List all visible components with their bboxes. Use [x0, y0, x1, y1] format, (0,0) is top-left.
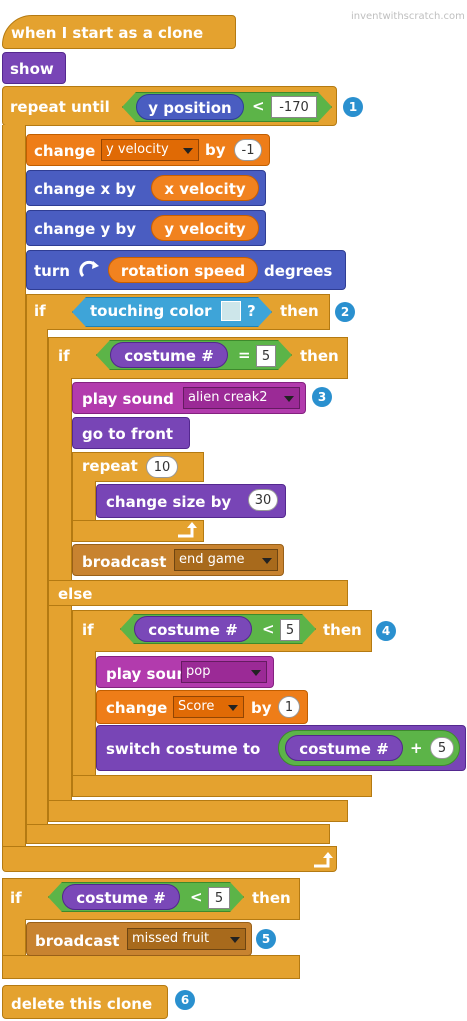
- costume-number-reporter[interactable]: costume #: [110, 342, 228, 368]
- y-velocity-dropdown[interactable]: y velocity: [101, 139, 199, 161]
- then-label: then: [280, 302, 319, 320]
- when-i-start-as-clone-hat[interactable]: when I start as a clone: [2, 15, 236, 49]
- else-block: [48, 580, 348, 606]
- costume-number-reporter[interactable]: costume #: [285, 735, 403, 761]
- costume-eq-value-field[interactable]: 5: [256, 345, 276, 367]
- repeat-count-field[interactable]: 10: [146, 456, 178, 478]
- costume-number-reporter[interactable]: costume #: [62, 884, 180, 910]
- sound-dropdown[interactable]: pop: [181, 661, 267, 683]
- chevron-down-icon: [230, 937, 240, 943]
- hat-label: when I start as a clone: [11, 24, 204, 42]
- size-delta-field[interactable]: 30: [248, 489, 278, 511]
- loop-arrow-icon: [178, 522, 197, 538]
- repeat-until-arm: [2, 125, 26, 847]
- lt-operator: <: [252, 97, 265, 115]
- score-variable-text: Score: [178, 699, 215, 714]
- degrees-label: degrees: [264, 262, 333, 280]
- show-label: show: [10, 60, 54, 78]
- else-label: else: [58, 585, 93, 603]
- play-sound-label: play sound: [82, 390, 174, 408]
- if-touching-arm: [26, 329, 48, 825]
- y-position-reporter[interactable]: y position: [136, 94, 244, 120]
- show-block[interactable]: show: [2, 52, 66, 84]
- touch-color-swatch[interactable]: [221, 301, 241, 321]
- if-bottom-arm: [2, 919, 26, 957]
- y-velocity-reporter[interactable]: y velocity: [151, 215, 259, 241]
- then-label: then: [300, 347, 339, 365]
- broadcast-label: broadcast: [35, 932, 120, 950]
- y-velocity-dropdown-text: y velocity: [106, 142, 169, 157]
- lt-operator: <: [190, 888, 203, 906]
- switch-costume-label: switch costume to: [106, 740, 261, 758]
- then-label: then: [252, 889, 291, 907]
- costume-number-reporter[interactable]: costume #: [134, 616, 252, 642]
- change-label: change: [34, 142, 96, 160]
- if-touching-foot: [26, 824, 330, 844]
- repeat-until-foot: [2, 846, 337, 872]
- delete-this-clone-label: delete this clone: [11, 995, 153, 1013]
- go-to-front-block[interactable]: go to front: [72, 417, 190, 449]
- chevron-down-icon: [262, 558, 272, 564]
- if-costume-eq-foot: [48, 800, 348, 822]
- sound-dropdown[interactable]: alien creak2: [183, 387, 300, 409]
- by-label: by: [205, 141, 226, 159]
- broadcast-label: broadcast: [82, 553, 167, 571]
- repeat-10-arm: [72, 481, 96, 521]
- rotation-speed-reporter[interactable]: rotation speed: [108, 257, 258, 283]
- chevron-down-icon: [183, 148, 193, 154]
- score-delta-field[interactable]: 1: [278, 696, 300, 718]
- turn-label: turn: [34, 262, 70, 280]
- if-bottom-foot: [2, 955, 300, 979]
- sound-dropdown-text: pop: [186, 664, 211, 679]
- loop-arrow-icon: [314, 852, 333, 868]
- touching-color-label: touching color: [90, 302, 212, 320]
- change-x-label: change x by: [34, 180, 136, 198]
- chevron-down-icon: [251, 670, 261, 676]
- change-size-label: change size by: [106, 493, 232, 511]
- broadcast-message-text: missed fruit: [132, 931, 210, 946]
- eq-operator: =: [238, 346, 251, 364]
- badge-1: 1: [343, 97, 363, 117]
- repeat-until-label: repeat until: [10, 98, 110, 116]
- change-y-label: change y by: [34, 220, 137, 238]
- x-velocity-reporter[interactable]: x velocity: [151, 175, 259, 201]
- if-label: if: [82, 621, 94, 639]
- score-variable-dropdown[interactable]: Score: [173, 696, 244, 718]
- repeat-label: repeat: [82, 457, 138, 475]
- costume-lt-value-field[interactable]: 5: [280, 619, 300, 641]
- badge-4: 4: [376, 621, 396, 641]
- if-label: if: [58, 347, 70, 365]
- change-label: change: [106, 699, 168, 717]
- plus-operator: +: [410, 739, 423, 757]
- y-limit-field[interactable]: -170: [271, 96, 317, 118]
- delete-this-clone-block[interactable]: delete this clone: [2, 985, 168, 1019]
- broadcast-message-dropdown[interactable]: missed fruit: [127, 928, 246, 950]
- costume-lt-value-field[interactable]: 5: [208, 887, 230, 909]
- by-label: by: [251, 699, 272, 717]
- lt-operator: <: [262, 620, 275, 638]
- if-label: if: [34, 302, 46, 320]
- chevron-down-icon: [228, 705, 238, 711]
- rotate-clockwise-icon: [79, 260, 99, 278]
- then-label: then: [323, 621, 362, 639]
- sound-dropdown-text: alien creak2: [188, 390, 268, 405]
- if-costume-lt-arm: [72, 651, 96, 777]
- if-label: if: [10, 889, 22, 907]
- badge-3: 3: [312, 387, 332, 407]
- chevron-down-icon: [284, 396, 294, 402]
- y-velocity-delta-field[interactable]: -1: [234, 139, 262, 161]
- go-to-front-label: go to front: [82, 425, 174, 443]
- badge-6: 6: [175, 990, 195, 1010]
- watermark: inventwithscratch.com: [351, 11, 465, 22]
- badge-5: 5: [256, 929, 276, 949]
- costume-add-value-field[interactable]: 5: [430, 737, 454, 759]
- broadcast-message-text: end game: [179, 552, 245, 567]
- if-costume-lt-foot: [72, 775, 372, 797]
- question-mark: ?: [247, 302, 256, 320]
- broadcast-message-dropdown[interactable]: end game: [174, 549, 278, 571]
- badge-2: 2: [335, 302, 355, 322]
